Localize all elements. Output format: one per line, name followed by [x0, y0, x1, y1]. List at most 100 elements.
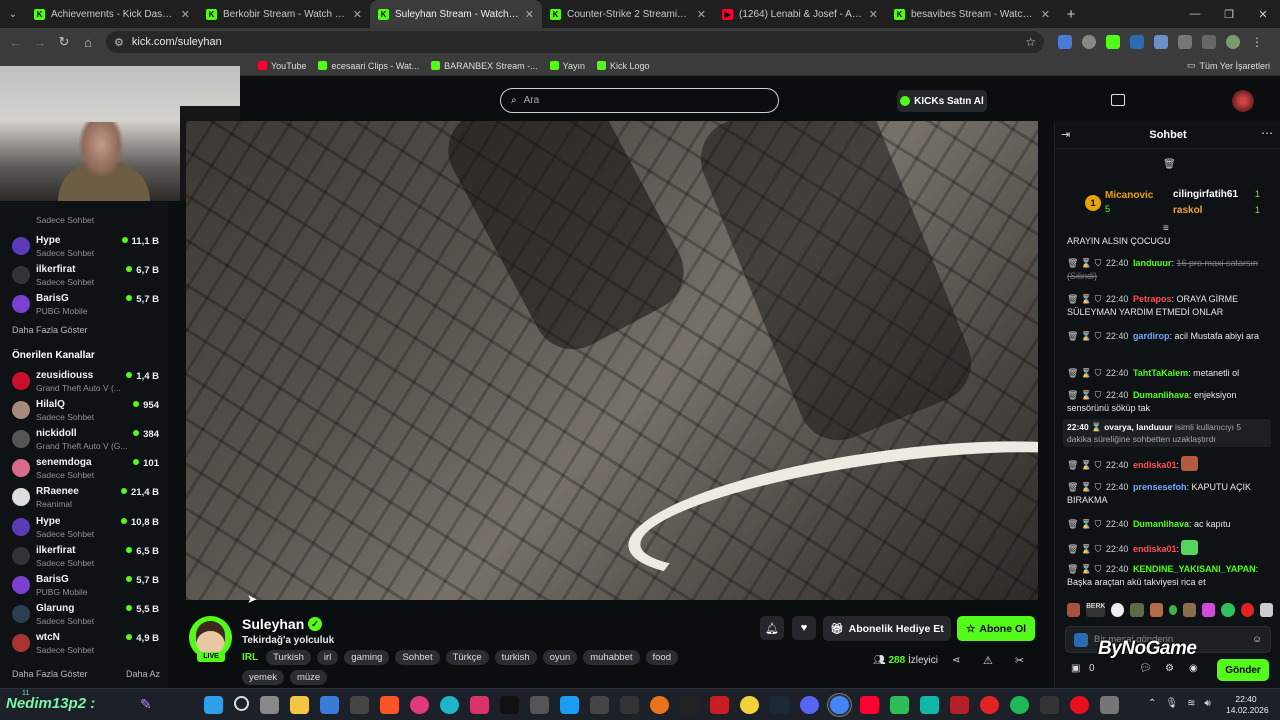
extension-icon[interactable]	[1154, 35, 1168, 49]
emote-icon[interactable]	[1221, 603, 1235, 617]
message-username[interactable]: endiska01	[1133, 460, 1177, 470]
category-link[interactable]: IRL	[242, 650, 258, 665]
settings-gear-icon[interactable]: ⚙	[1165, 663, 1174, 674]
wifi-icon[interactable]: ≋	[1187, 698, 1195, 709]
steam-icon[interactable]	[770, 696, 789, 714]
sidebar-channel[interactable]: senemdoga 101 Sadece Sohbet	[10, 456, 162, 484]
emote-icon[interactable]: BERK	[1086, 603, 1106, 617]
stream-tag[interactable]: yemek	[242, 670, 284, 685]
tab-close-icon[interactable]: ✕	[353, 8, 362, 21]
twitter-icon[interactable]	[560, 696, 579, 714]
search-input[interactable]: ⌕ Ara	[500, 88, 779, 113]
browser-tab[interactable]: K Counter-Strike 2 Streaming - Li ✕	[542, 0, 714, 28]
emote-icon[interactable]	[1130, 603, 1144, 617]
send-button[interactable]: Gönder	[1217, 659, 1269, 681]
stream-tag[interactable]: oyun	[542, 650, 578, 665]
app-icon[interactable]	[320, 696, 339, 714]
bookmark-item[interactable]: Yayın	[549, 61, 585, 71]
follow-heart-button[interactable]: ♥	[792, 616, 816, 640]
chat-menu-icon[interactable]: ⋯	[1261, 126, 1273, 140]
stream-tag[interactable]: müze	[289, 670, 328, 685]
stream-tag[interactable]: Sohbet	[395, 650, 440, 665]
show-less-link[interactable]: Daha Az	[126, 669, 160, 679]
sidebar-channel[interactable]: ilkerfirat 6,7 B Sadece Sohbet	[10, 263, 162, 291]
mic-icon[interactable]: 🎙︎	[1165, 698, 1178, 709]
gift-subscription-button[interactable]: 🎁︎ Abonelik Hediye Et	[823, 616, 951, 641]
taskbar-clock[interactable]: 22:40 14.02.2026	[1226, 694, 1269, 716]
message-username[interactable]: endiska01	[1133, 544, 1177, 554]
emote-icon[interactable]	[1202, 603, 1216, 617]
brave-icon[interactable]	[380, 696, 399, 714]
report-icon[interactable]: ⚠	[983, 654, 993, 667]
tab-close-icon[interactable]: ✕	[697, 8, 706, 21]
sidebar-channel[interactable]: Hype 11,1 B Sadece Sohbet	[10, 234, 162, 262]
subscribe-button[interactable]: ☆ Abone Ol	[957, 616, 1035, 641]
spotify-icon[interactable]	[1010, 696, 1029, 714]
windows-start-icon[interactable]	[204, 696, 223, 714]
browser-tab[interactable]: K Achievements - Kick Dashboard ✕	[26, 0, 198, 28]
app-icon[interactable]	[350, 696, 369, 714]
message-username[interactable]: landuuur	[1133, 258, 1172, 268]
sidebar-channel[interactable]: Glarung 5,5 B Sadece Sohbet	[10, 602, 162, 630]
trash-icon[interactable]: 🗑︎	[1163, 159, 1176, 170]
message-username[interactable]: prensesefoh	[1133, 482, 1187, 492]
app-icon[interactable]	[980, 696, 999, 714]
tab-close-icon[interactable]: ✕	[525, 8, 534, 21]
chevron-up-icon[interactable]: ⌃	[1148, 698, 1156, 709]
store-icon[interactable]	[530, 696, 549, 714]
kicks-wallet-icon[interactable]: ▣	[1071, 663, 1080, 674]
chrome-icon[interactable]	[830, 696, 849, 714]
message-username[interactable]: gardirop	[1133, 331, 1170, 341]
new-tab-button[interactable]: +	[1058, 6, 1084, 23]
app-icon[interactable]	[590, 696, 609, 714]
tab-close-icon[interactable]: ✕	[181, 8, 190, 21]
search-icon[interactable]	[234, 696, 249, 711]
user-avatar[interactable]	[1232, 90, 1254, 112]
emote-icon[interactable]	[1183, 603, 1197, 617]
media-player-icon[interactable]	[410, 696, 429, 714]
chat-info-icon[interactable]: ◉	[1189, 663, 1198, 674]
leaderboard-first-name[interactable]: Micanovic	[1105, 190, 1153, 201]
extension-icon[interactable]	[1106, 35, 1120, 49]
share-icon[interactable]: ⋖	[952, 655, 960, 666]
sidebar-channel[interactable]: ilkerfirat 6,5 B Sadece Sohbet	[10, 544, 162, 572]
all-bookmarks[interactable]: ▭ Tüm Yer İşaretleri	[1187, 60, 1270, 71]
reload-icon[interactable]: ↻	[52, 34, 76, 50]
sidebar-channel[interactable]: BarisG 5,7 B PUBG Mobile	[10, 573, 162, 601]
video-player[interactable]	[186, 121, 1038, 600]
stream-tag[interactable]: turkish	[494, 650, 537, 665]
emote-icon[interactable]	[1259, 603, 1273, 617]
browser-tab[interactable]: K Berkobir Stream - Watch Live o ✕	[198, 0, 370, 28]
edge-icon[interactable]	[440, 696, 459, 714]
stream-tag[interactable]: food	[645, 650, 678, 665]
leaderboard-third-name[interactable]: raskol	[1173, 205, 1202, 216]
app-icon[interactable]	[920, 696, 939, 714]
show-more-link[interactable]: Daha Fazla Göster	[12, 325, 88, 335]
tiktok-icon[interactable]	[500, 696, 519, 714]
message-username[interactable]: KENDINE_YAKISANI_YAPAN	[1133, 564, 1256, 574]
sidebar-channel[interactable]: wtcN 4,9 B Sadece Sohbet	[10, 631, 162, 659]
message-username[interactable]: Petrapos	[1133, 294, 1172, 304]
app-icon[interactable]	[1040, 696, 1059, 714]
sidebar-channel[interactable]: RRaenee 21,4 B Reanimal	[10, 485, 162, 513]
puzzle-icon[interactable]	[1178, 35, 1192, 49]
message-username[interactable]: Dumanlihava	[1133, 519, 1189, 529]
tab-close-icon[interactable]: ✕	[1041, 8, 1050, 21]
shield-icon[interactable]	[1082, 35, 1096, 49]
channel-name[interactable]: Suleyhan	[242, 616, 304, 632]
emote-icon[interactable]	[1111, 603, 1125, 617]
volume-icon[interactable]: 🔊︎	[1204, 698, 1210, 709]
forward-icon[interactable]: →	[28, 35, 52, 50]
message-username[interactable]: Dumanlihava	[1133, 390, 1189, 400]
emote-icon[interactable]	[1240, 603, 1254, 617]
bookmark-item[interactable]: BARANBEX Stream -...	[431, 61, 538, 71]
message-username[interactable]: TahtTaKalem	[1133, 368, 1188, 378]
sidebar-channel[interactable]: BarisG 5,7 B PUBG Mobile	[10, 292, 162, 320]
browser-tab[interactable]: ▶ (1264) Lenabi & Josef - Ankara ✕	[714, 0, 886, 28]
chat-bubble-icon[interactable]: 💬︎	[1139, 663, 1152, 674]
opera-icon[interactable]	[1070, 696, 1089, 714]
emote-icon[interactable]	[1168, 605, 1178, 615]
stream-tag[interactable]: gaming	[344, 650, 390, 665]
browser-tab[interactable]: K Suleyhan Stream - Watch Li ✕	[370, 0, 542, 28]
leaderboard-second-name[interactable]: cilingirfatih61	[1173, 189, 1238, 200]
